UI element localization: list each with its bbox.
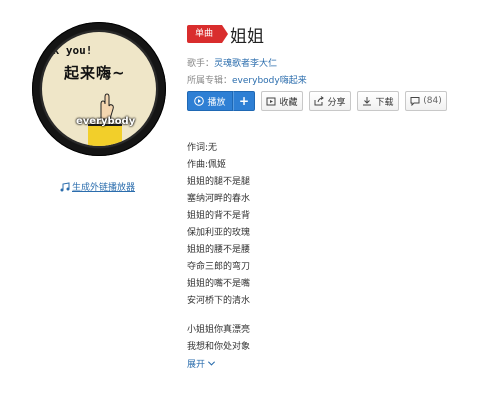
cover-yellow-band: [88, 124, 122, 146]
lyric-line: 夺命三郎的弯刀: [187, 262, 251, 272]
cover-big-text: 起来嗨~: [64, 64, 126, 82]
lyric-line: 作词:无: [187, 143, 218, 153]
play-group: 播放 +: [187, 91, 255, 111]
external-player-link-label: 生成外链播放器: [72, 183, 136, 193]
add-to-playlist-button[interactable]: +: [233, 91, 255, 111]
lyrics-group-a: 作词:无 作曲:佩姬 姐姐的腿不是腿 塞纳河畔的春水 姐姐的背不是背 保加利亚的…: [187, 140, 250, 310]
lyric-line: 姐姐的腰不是腰: [187, 245, 251, 255]
lyric-line: 保加利亚的玫瑰: [187, 228, 251, 238]
comment-icon: [410, 97, 420, 106]
lyrics-gap: [187, 310, 250, 322]
comment-button[interactable]: (84): [405, 91, 447, 111]
comment-count: (84): [423, 96, 442, 106]
play-icon: [194, 96, 205, 106]
album-cover-art: ck you! 起来嗨~ everybody: [42, 32, 156, 146]
play-button-label: 播放: [207, 97, 226, 108]
play-button[interactable]: 播放: [187, 91, 233, 111]
favorite-button-label: 收藏: [279, 97, 298, 108]
song-title: 姐姐: [230, 27, 264, 47]
download-button-label: 下载: [375, 97, 394, 108]
share-button-label: 分享: [327, 97, 346, 108]
music-note-icon: [60, 181, 70, 191]
lyric-line: 塞纳河畔的春水: [187, 194, 251, 204]
share-button[interactable]: 分享: [309, 91, 351, 111]
external-player-link[interactable]: 生成外链播放器: [60, 180, 135, 193]
lyric-line: 安河桥下的清水: [187, 296, 251, 306]
action-bar: 播放 + 收藏 分享 下载 (84): [187, 91, 453, 111]
singer-link[interactable]: 灵魂歌者李大仁: [214, 59, 277, 69]
expand-lyrics-button[interactable]: 展开: [187, 357, 216, 370]
cover-word-text: everybody: [76, 116, 136, 127]
cover-top-text: ck you!: [46, 44, 93, 57]
singer-label: 歌手：: [187, 59, 215, 69]
lyrics-group-b: 小姐姐你真漂亮 我想和你处对象: [187, 322, 250, 356]
download-icon: [363, 97, 372, 106]
lyric-line: 作曲:佩姬: [187, 160, 227, 170]
album-label: 所属专辑：: [187, 76, 233, 86]
download-button[interactable]: 下载: [357, 91, 399, 111]
lyric-line: 姐姐的嘴不是嘴: [187, 279, 251, 289]
share-icon: [314, 96, 325, 106]
lyric-line: 我想和你处对象: [187, 342, 251, 352]
chevron-down-icon: [207, 361, 216, 366]
lyrics-block: 作词:无 作曲:佩姬 姐姐的腿不是腿 塞纳河畔的春水 姐姐的背不是背 保加利亚的…: [187, 140, 250, 356]
single-tag: 单曲: [187, 25, 229, 43]
album-cover-vinyl: ck you! 起来嗨~ everybody: [32, 22, 166, 156]
album-row: 所属专辑：everybody嗨起来: [187, 73, 307, 86]
lyric-line: 姐姐的腿不是腿: [187, 177, 251, 187]
favorite-button[interactable]: 收藏: [261, 91, 303, 111]
album-link[interactable]: everybody嗨起来: [232, 76, 307, 86]
favorite-folder-icon: [266, 97, 276, 106]
singer-row: 歌手：灵魂歌者李大仁: [187, 56, 277, 69]
lyric-line: 姐姐的背不是背: [187, 211, 251, 221]
lyric-line: 小姐姐你真漂亮: [187, 325, 251, 335]
expand-lyrics-label: 展开: [187, 360, 206, 370]
